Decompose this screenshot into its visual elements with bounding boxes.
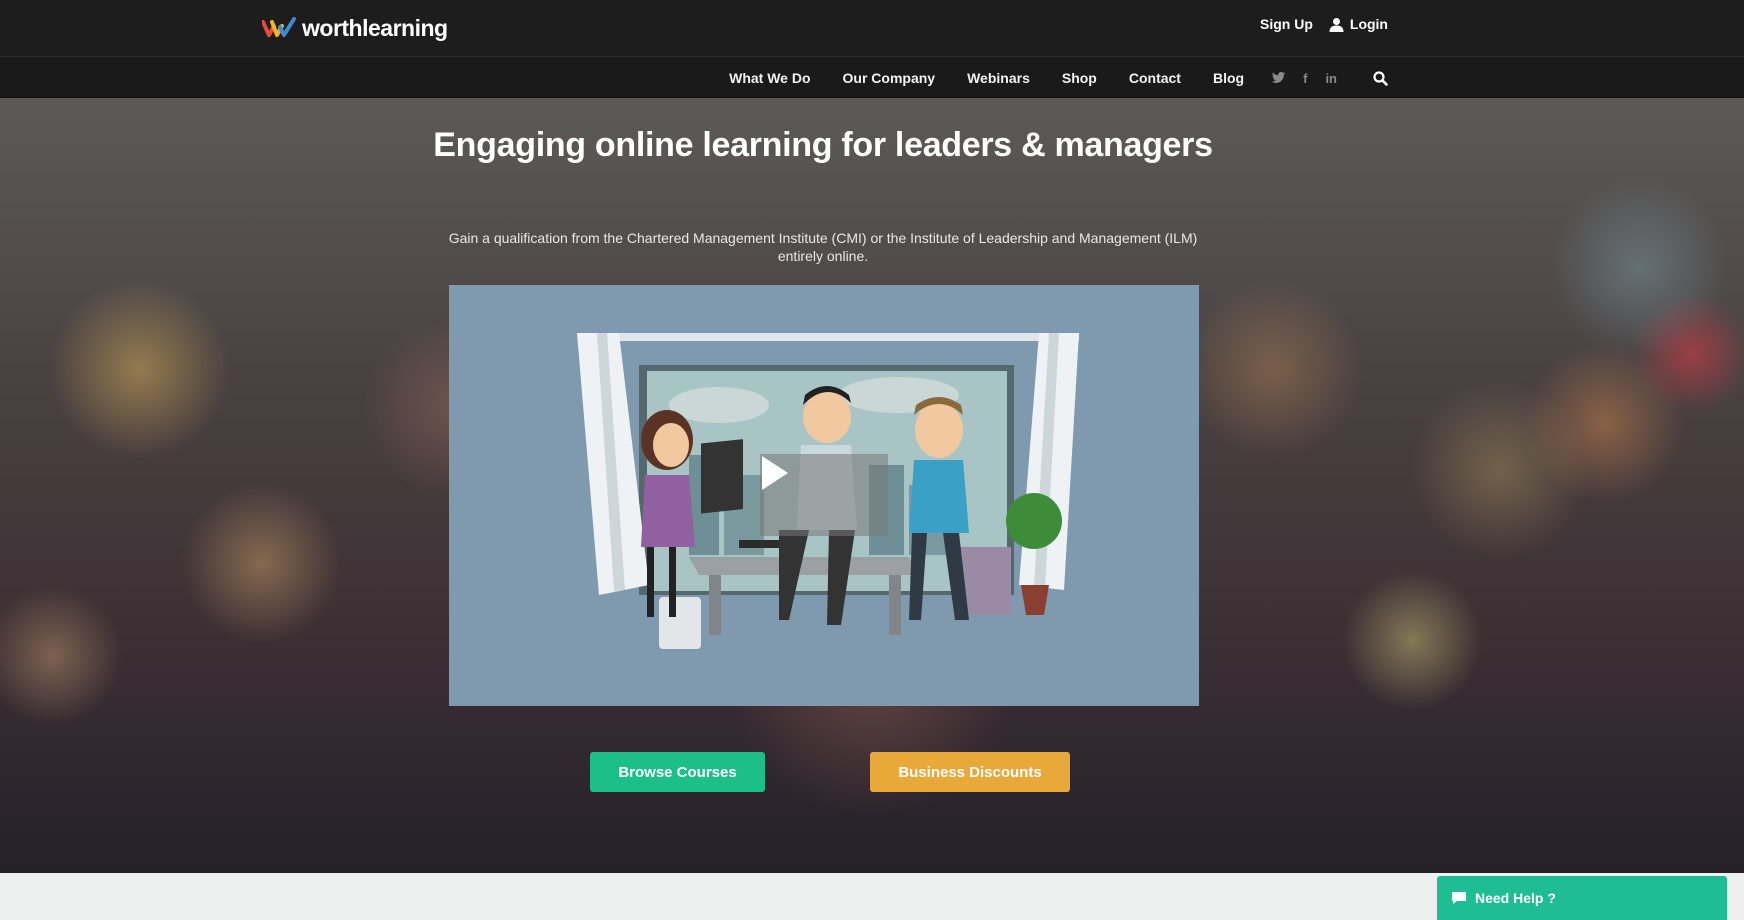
- login-link[interactable]: Login: [1329, 16, 1388, 32]
- play-icon: [762, 456, 788, 490]
- browse-courses-button[interactable]: Browse Courses: [590, 752, 765, 792]
- nav-item-blog[interactable]: Blog: [1213, 70, 1244, 86]
- facebook-icon[interactable]: f: [1303, 71, 1307, 86]
- nav-item-what-we-do[interactable]: What We Do: [729, 70, 810, 86]
- social-links: f in: [1272, 71, 1337, 86]
- brand-name: worthlearning: [302, 14, 448, 41]
- business-discounts-button[interactable]: Business Discounts: [870, 752, 1070, 792]
- play-button[interactable]: [760, 454, 888, 536]
- top-header: worthlearning Sign Up Login: [0, 0, 1744, 56]
- hero-subtitle: Gain a qualification from the Chartered …: [448, 230, 1198, 264]
- need-help-label: Need Help ?: [1475, 890, 1556, 906]
- nav-item-shop[interactable]: Shop: [1062, 70, 1097, 86]
- need-help-widget[interactable]: Need Help ?: [1437, 876, 1727, 920]
- site-logo[interactable]: worthlearning: [262, 12, 448, 44]
- account-links: Sign Up Login: [1260, 16, 1388, 32]
- signup-link[interactable]: Sign Up: [1260, 16, 1313, 32]
- search-icon[interactable]: [1373, 70, 1388, 86]
- hero-title: Engaging online learning for leaders & m…: [433, 126, 1213, 164]
- user-icon: [1329, 17, 1344, 32]
- nav-item-contact[interactable]: Contact: [1129, 70, 1181, 86]
- hero-section: Engaging online learning for leaders & m…: [0, 98, 1744, 873]
- chat-bubble-icon: [1452, 892, 1466, 904]
- nav-item-webinars[interactable]: Webinars: [967, 70, 1030, 86]
- intro-video[interactable]: [449, 285, 1199, 706]
- main-nav: What We Do Our Company Webinars Shop Con…: [729, 57, 1388, 99]
- linkedin-icon[interactable]: in: [1325, 71, 1337, 86]
- logo-mark-icon: [262, 17, 296, 37]
- main-navbar: What We Do Our Company Webinars Shop Con…: [0, 56, 1744, 98]
- nav-item-our-company[interactable]: Our Company: [843, 70, 936, 86]
- login-label: Login: [1349, 16, 1388, 32]
- twitter-icon[interactable]: [1272, 71, 1286, 86]
